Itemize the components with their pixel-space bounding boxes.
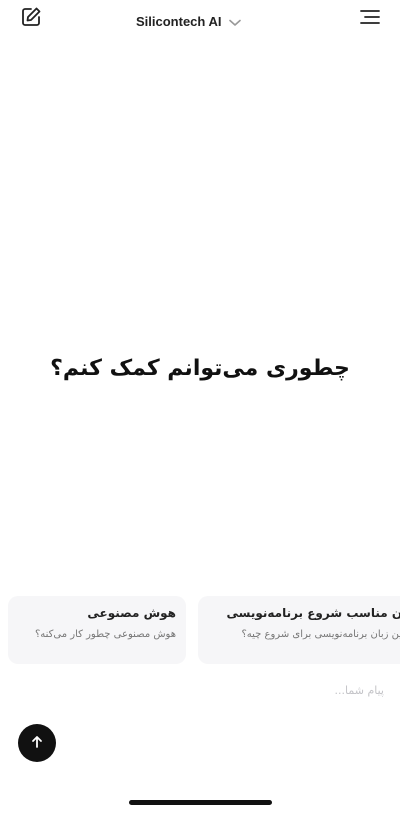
- suggestion-card[interactable]: زبان مناسب شروع برنامه‌نویسی بهترین زبان…: [198, 596, 400, 664]
- chat-screen: Silicontech AI چطوری می‌توانم کمک کنم؟ ه…: [0, 0, 400, 814]
- suggestion-card[interactable]: هوش مصنوعی هوش مصنوعی چطور کار می‌کنه؟: [8, 596, 186, 664]
- chevron-down-icon: [229, 12, 242, 31]
- greeting-heading: چطوری می‌توانم کمک کنم؟: [50, 356, 350, 381]
- model-name: Silicontech AI: [136, 13, 222, 29]
- arrow-up-icon: [30, 734, 44, 753]
- suggestion-subtitle: بهترین زبان برنامه‌نویسی برای شروع چیه؟: [241, 629, 400, 640]
- suggestion-subtitle: هوش مصنوعی چطور کار می‌کنه؟: [34, 629, 176, 640]
- home-indicator: [129, 800, 272, 805]
- new-chat-button[interactable]: [17, 5, 45, 33]
- edit-icon: [20, 6, 42, 32]
- top-bar: Silicontech AI: [0, 0, 400, 44]
- menu-icon: [359, 8, 381, 30]
- suggestion-title: زبان مناسب شروع برنامه‌نویسی: [226, 606, 400, 620]
- send-button[interactable]: [18, 724, 56, 762]
- model-selector[interactable]: Silicontech AI: [136, 10, 242, 32]
- suggestion-list: هوش مصنوعی هوش مصنوعی چطور کار می‌کنه؟ ز…: [0, 596, 400, 666]
- menu-button[interactable]: [356, 5, 384, 33]
- message-input[interactable]: [20, 676, 384, 704]
- suggestion-title: هوش مصنوعی: [87, 606, 176, 620]
